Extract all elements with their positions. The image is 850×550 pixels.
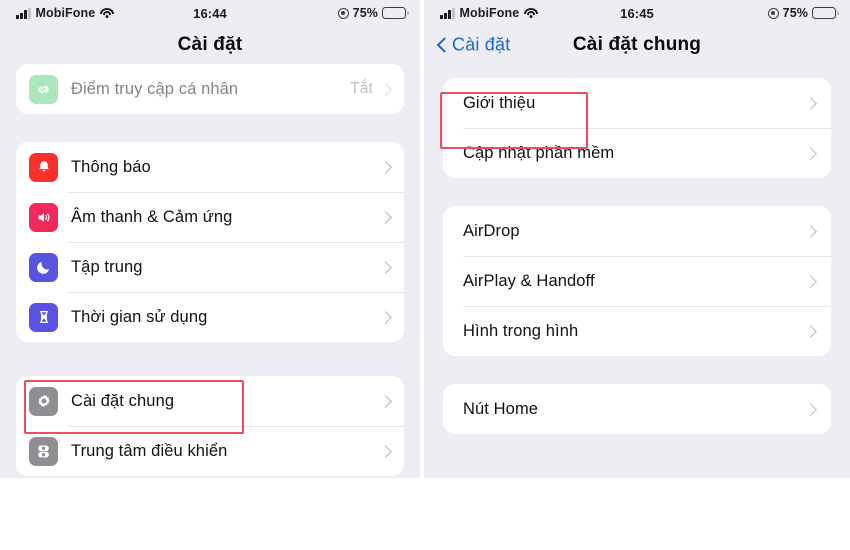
list-item-label: Thời gian sử dụng bbox=[71, 307, 208, 326]
personal-hotspot-icon bbox=[29, 74, 58, 104]
cellular-signal-icon bbox=[16, 7, 31, 19]
right-phone-panel: MobiFone 16:45 75% Cài đặt Cài đặt chung… bbox=[424, 0, 850, 478]
right-nav-bar: Cài đặt Cài đặt chung bbox=[424, 26, 850, 64]
chevron-right-icon bbox=[804, 146, 817, 160]
list-item-label: Thông báo bbox=[71, 157, 151, 176]
left-phone-panel: MobiFone 16:44 75% Cài đặt Điểm truy cập… bbox=[0, 0, 420, 478]
list-item-value: Tắt bbox=[349, 80, 373, 97]
list-item-label: Giới thiệu bbox=[463, 93, 536, 112]
left-settings-list: Điểm truy cập cá nhân Tắt Thông báo Âm t… bbox=[0, 64, 420, 476]
list-item-notifications[interactable]: Thông báo bbox=[16, 142, 404, 192]
general-gear-icon bbox=[29, 386, 58, 416]
list-item-personal-hotspot[interactable]: Điểm truy cập cá nhân Tắt bbox=[16, 64, 404, 114]
status-right-group: 75% bbox=[337, 6, 409, 20]
chevron-right-icon bbox=[379, 260, 392, 274]
list-item-home-button[interactable]: Nút Home bbox=[443, 384, 831, 434]
list-item-label: AirPlay & Handoff bbox=[463, 271, 595, 290]
list-item-label: Âm thanh & Cảm ứng bbox=[71, 207, 233, 226]
cellular-signal-icon bbox=[440, 7, 455, 19]
status-right-group: 75% bbox=[767, 6, 839, 20]
sounds-haptics-speaker-icon bbox=[29, 202, 58, 232]
list-item-label: AirDrop bbox=[463, 221, 520, 240]
list-item-label: Trung tâm điều khiển bbox=[71, 441, 228, 460]
list-item-focus[interactable]: Tập trung bbox=[16, 242, 404, 292]
notifications-bell-icon bbox=[29, 152, 58, 182]
battery-icon bbox=[382, 7, 409, 19]
right-status-bar: MobiFone 16:45 75% bbox=[424, 0, 850, 26]
screen-time-hourglass-icon bbox=[29, 302, 58, 332]
chevron-right-icon bbox=[804, 402, 817, 416]
page-title: Cài đặt bbox=[177, 34, 243, 55]
back-button-label: Cài đặt bbox=[452, 34, 511, 55]
status-left-group: MobiFone bbox=[440, 6, 539, 20]
screenshot-stage: MobiFone 16:44 75% Cài đặt Điểm truy cập… bbox=[0, 0, 850, 550]
battery-percent-label: 75% bbox=[782, 6, 808, 20]
left-nav-bar: Cài đặt bbox=[0, 26, 420, 64]
right-settings-list: Giới thiệu Cập nhật phần mềm AirDrop Air… bbox=[424, 64, 850, 434]
list-item-label: Tập trung bbox=[71, 257, 143, 276]
carrier-label: MobiFone bbox=[35, 6, 96, 20]
battery-icon bbox=[812, 7, 839, 19]
list-item-picture-in-picture[interactable]: Hình trong hình bbox=[443, 306, 831, 356]
list-item-airdrop[interactable]: AirDrop bbox=[443, 206, 831, 256]
list-item-label: Cài đặt chung bbox=[71, 391, 175, 410]
location-arrow-icon bbox=[767, 7, 779, 19]
status-left-group: MobiFone bbox=[16, 6, 115, 20]
carrier-label: MobiFone bbox=[459, 6, 520, 20]
focus-moon-icon bbox=[29, 252, 58, 282]
settings-group-general: Cài đặt chung Trung tâm điều khiển bbox=[16, 376, 404, 476]
settings-group-notifications: Thông báo Âm thanh & Cảm ứng Tập trung T… bbox=[16, 142, 404, 342]
page-title: Cài đặt chung bbox=[572, 34, 702, 55]
footer-whitespace bbox=[0, 478, 850, 550]
general-group-connectivity: AirDrop AirPlay & Handoff Hình trong hìn… bbox=[443, 206, 831, 356]
list-item-label: Điểm truy cập cá nhân bbox=[71, 79, 239, 98]
list-item-airplay-handoff[interactable]: AirPlay & Handoff bbox=[443, 256, 831, 306]
list-item-screen-time[interactable]: Thời gian sử dụng bbox=[16, 292, 404, 342]
chevron-right-icon bbox=[379, 394, 392, 408]
chevron-right-icon bbox=[804, 224, 817, 238]
settings-group-hotspot: Điểm truy cập cá nhân Tắt bbox=[16, 64, 404, 114]
wifi-icon bbox=[100, 7, 115, 19]
list-item-software-update[interactable]: Cập nhật phần mềm bbox=[443, 128, 831, 178]
chevron-right-icon bbox=[379, 210, 392, 224]
chevron-right-icon bbox=[804, 324, 817, 338]
battery-percent-label: 75% bbox=[352, 6, 378, 20]
location-arrow-icon bbox=[337, 7, 349, 19]
list-item-label: Hình trong hình bbox=[463, 321, 579, 340]
list-item-label: Nút Home bbox=[463, 399, 539, 418]
chevron-left-icon bbox=[437, 37, 447, 54]
list-item-about[interactable]: Giới thiệu bbox=[443, 78, 831, 128]
chevron-right-icon bbox=[804, 96, 817, 110]
back-button[interactable]: Cài đặt bbox=[437, 35, 510, 56]
list-item-sounds-haptics[interactable]: Âm thanh & Cảm ứng bbox=[16, 192, 404, 242]
chevron-right-icon bbox=[379, 310, 392, 324]
list-item-label: Cập nhật phần mềm bbox=[463, 143, 615, 162]
list-item-control-center[interactable]: Trung tâm điều khiển bbox=[16, 426, 404, 476]
wifi-icon bbox=[524, 7, 539, 19]
left-status-bar: MobiFone 16:44 75% bbox=[0, 0, 420, 26]
control-center-toggles-icon bbox=[29, 436, 58, 466]
chevron-right-icon bbox=[804, 274, 817, 288]
chevron-right-icon bbox=[379, 82, 392, 96]
chevron-right-icon bbox=[379, 160, 392, 174]
general-group-about: Giới thiệu Cập nhật phần mềm bbox=[443, 78, 831, 178]
general-group-home-button: Nút Home bbox=[443, 384, 831, 434]
chevron-right-icon bbox=[379, 444, 392, 458]
list-item-general[interactable]: Cài đặt chung bbox=[16, 376, 404, 426]
